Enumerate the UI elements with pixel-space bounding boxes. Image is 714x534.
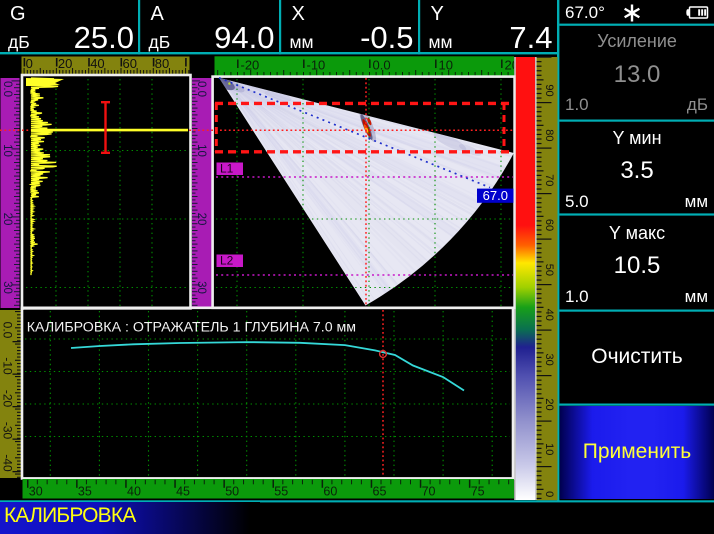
svg-text:40: 40 [127, 485, 141, 499]
svg-text:0.0: 0.0 [373, 58, 391, 73]
svg-text:30: 30 [543, 353, 555, 365]
svg-text:0.0: 0.0 [1, 81, 13, 97]
svg-text:50: 50 [225, 485, 239, 499]
svg-text:30: 30 [29, 485, 43, 499]
svg-text:L2: L2 [220, 254, 234, 268]
svg-text:-10: -10 [307, 58, 326, 73]
svg-text:0.0: 0.0 [1, 322, 15, 339]
svg-text:40: 40 [90, 56, 104, 71]
svg-text:10: 10 [543, 443, 555, 455]
svg-text:КАЛИБРОВКА : ОТРАЖАТЕЛЬ 1 ГЛУБ: КАЛИБРОВКА : ОТРАЖАТЕЛЬ 1 ГЛУБИНА 7.0 мм [27, 320, 356, 336]
svg-text:L1: L1 [220, 162, 234, 176]
svg-text:80: 80 [155, 56, 169, 71]
svg-text:30: 30 [1, 281, 13, 294]
svg-text:0: 0 [26, 56, 33, 71]
svg-text:80: 80 [543, 129, 555, 141]
svg-text:30: 30 [195, 281, 207, 294]
svg-text:35: 35 [78, 485, 92, 499]
svg-text:65: 65 [373, 485, 387, 499]
svg-text:60: 60 [323, 485, 337, 499]
svg-text:20: 20 [195, 213, 207, 226]
svg-text:40: 40 [543, 309, 555, 321]
svg-text:-30: -30 [1, 422, 15, 440]
svg-text:67.0: 67.0 [483, 188, 508, 203]
svg-text:0.0: 0.0 [195, 81, 207, 97]
svg-text:50: 50 [543, 264, 555, 276]
svg-text:20: 20 [543, 398, 555, 410]
svg-text:-10: -10 [1, 357, 15, 375]
svg-text:20: 20 [58, 56, 72, 71]
svg-text:45: 45 [176, 485, 190, 499]
svg-text:0: 0 [543, 491, 555, 497]
svg-text:60: 60 [123, 56, 137, 71]
svg-text:70: 70 [422, 485, 436, 499]
svg-text:75: 75 [471, 485, 485, 499]
svg-text:70: 70 [543, 174, 555, 186]
svg-text:-20: -20 [241, 58, 260, 73]
svg-text:10: 10 [195, 144, 207, 157]
svg-text:-20: -20 [1, 390, 15, 408]
svg-text:55: 55 [274, 485, 288, 499]
svg-text:60: 60 [543, 219, 555, 231]
svg-text:10: 10 [439, 58, 453, 73]
svg-text:-40: -40 [1, 454, 15, 472]
svg-text:90: 90 [543, 84, 555, 96]
svg-text:20: 20 [1, 213, 13, 226]
svg-text:10: 10 [1, 144, 13, 157]
